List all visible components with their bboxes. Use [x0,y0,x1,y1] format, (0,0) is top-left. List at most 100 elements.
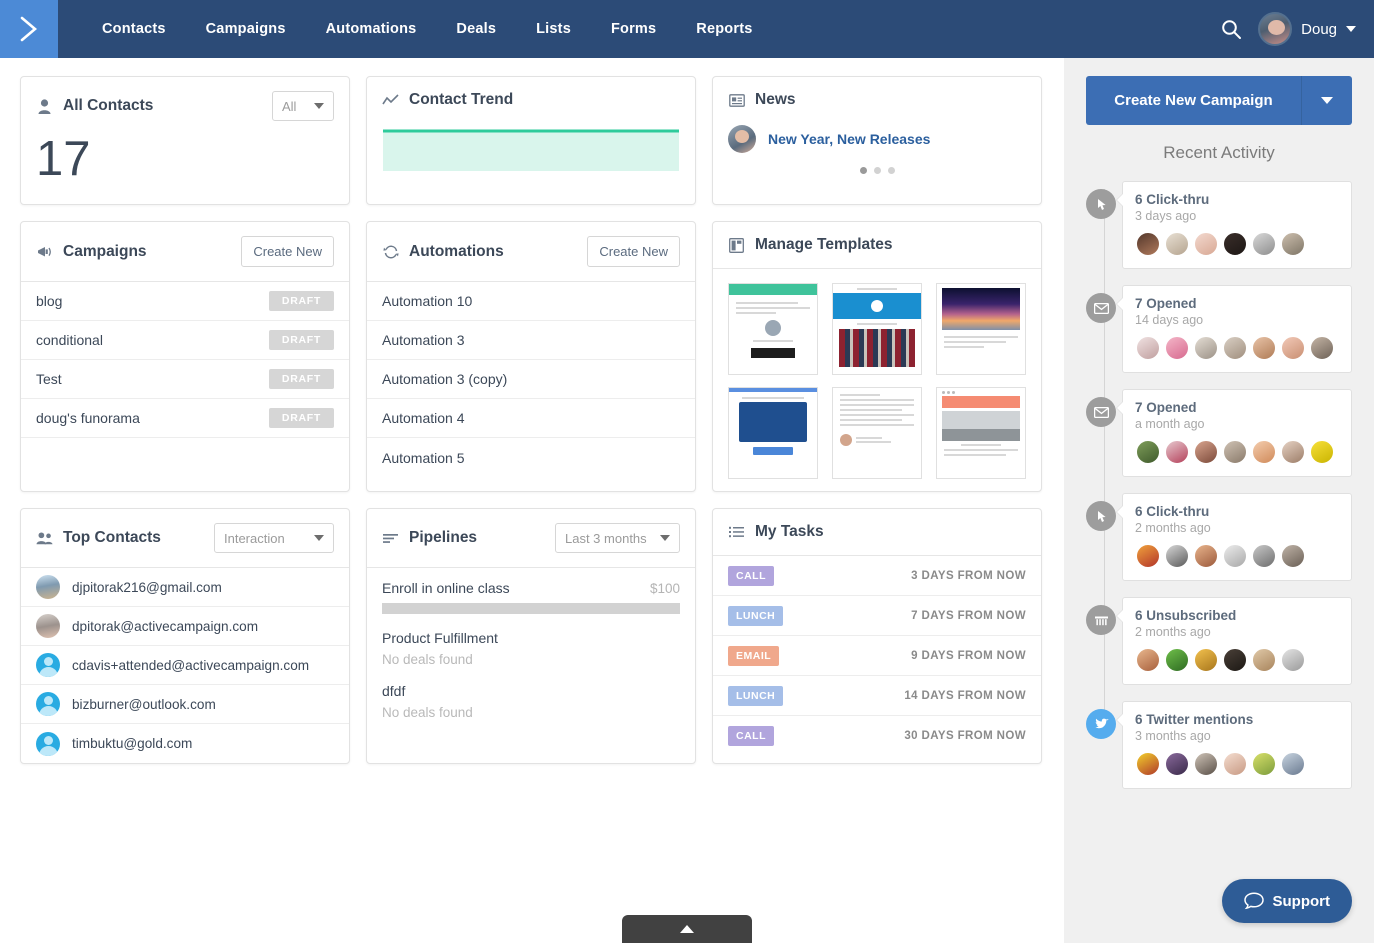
contact-avatar [36,614,60,638]
avatar [1280,439,1306,465]
news-item[interactable]: New Year, New Releases [728,125,1026,153]
nav-item-lists[interactable]: Lists [516,21,591,37]
contact-row[interactable]: timbuktu@gold.com [21,724,349,763]
all-contacts-filter-select[interactable]: All [272,91,334,121]
avatar [1258,12,1292,46]
top-contacts-card: Top Contacts Interaction djpitorak216@gm… [20,508,350,764]
task-type-badge: EMAIL [728,646,779,666]
contact-row[interactable]: dpitorak@activecampaign.com [21,607,349,646]
support-button[interactable]: Support [1222,879,1353,923]
task-row[interactable]: CALL 30 DAYS FROM NOW [713,716,1041,756]
carousel-dot-1[interactable] [860,167,867,174]
automation-row[interactable]: Automation 3 [367,321,695,360]
campaign-row[interactable]: blog DRAFT [21,282,349,321]
nav-item-forms[interactable]: Forms [591,21,676,37]
chevron-up-icon [680,925,694,933]
automation-row[interactable]: Automation 3 (copy) [367,360,695,399]
nav-item-automations[interactable]: Automations [306,21,437,37]
pipeline-item[interactable]: Product Fulfillment No deals found [382,630,680,667]
campaign-name: doug's funorama [36,410,140,426]
top-contacts-filter-select[interactable]: Interaction [214,523,334,553]
task-due: 7 DAYS FROM NOW [911,610,1026,622]
thumb-header-band [729,388,817,392]
contact-trend-title-group: Contact Trend [382,91,513,109]
envelope-icon [1086,397,1116,427]
automations-create-new-button[interactable]: Create New [587,236,680,267]
top-contacts-filter-value: Interaction [224,531,285,546]
news-headline-link[interactable]: New Year, New Releases [768,131,930,147]
create-new-campaign-button[interactable]: Create New Campaign [1086,76,1302,125]
avatar [1222,231,1248,257]
automation-row[interactable]: Automation 10 [367,282,695,321]
person-icon [36,98,53,115]
contact-email: cdavis+attended@activecampaign.com [72,658,309,673]
avatar [1164,647,1190,673]
avatar [1193,231,1219,257]
avatar [1135,751,1161,777]
automation-row[interactable]: Automation 5 [367,438,695,477]
carousel-dot-2[interactable] [874,167,881,174]
activity-title: 7 Opened [1135,296,1339,311]
campaign-row[interactable]: conditional DRAFT [21,321,349,360]
task-row[interactable]: EMAIL 9 DAYS FROM NOW [713,636,1041,676]
top-navbar: Contacts Campaigns Automations Deals Lis… [0,0,1374,58]
template-thumb-mobile-app[interactable] [728,387,818,479]
activity-time: a month ago [1135,417,1339,431]
automation-name: Automation 10 [382,293,472,309]
recent-activity-title: Recent Activity [1086,143,1352,163]
avatar [1135,335,1161,361]
task-row[interactable]: CALL 3 DAYS FROM NOW [713,556,1041,596]
template-thumb-sunset[interactable] [936,283,1026,375]
avatar [1280,231,1306,257]
contact-row[interactable]: djpitorak216@gmail.com [21,568,349,607]
app-logo[interactable] [0,0,58,58]
nav-item-contacts[interactable]: Contacts [82,21,186,37]
nav-item-reports[interactable]: Reports [676,21,772,37]
thumb-line [742,397,804,399]
avatar [1280,751,1306,777]
automation-name: Automation 5 [382,450,465,466]
template-thumb-greenhouse[interactable] [728,283,818,375]
contact-row[interactable]: cdavis+attended@activecampaign.com [21,646,349,685]
campaign-row[interactable]: doug's funorama DRAFT [21,399,349,438]
task-type-badge: LUNCH [728,686,783,706]
task-row[interactable]: LUNCH 14 DAYS FROM NOW [713,676,1041,716]
activity-title: 6 Click-thru [1135,504,1339,519]
activity-card[interactable]: 6 Unsubscribed 2 months ago [1122,597,1352,685]
avatar [1164,231,1190,257]
create-campaign-dropdown-button[interactable] [1302,76,1352,125]
activity-card[interactable]: 7 Opened 14 days ago [1122,285,1352,373]
search-button[interactable] [1218,16,1244,42]
pipelines-range-select[interactable]: Last 3 months [555,523,680,553]
template-thumb-blue-header[interactable] [832,283,922,375]
user-menu[interactable]: Doug [1258,12,1356,46]
activity-time: 2 months ago [1135,521,1339,535]
activity-card[interactable]: 6 Twitter mentions 3 months ago [1122,701,1352,789]
pipeline-item[interactable]: Enroll in online class $100 [382,580,680,614]
contact-row[interactable]: bizburner@outlook.com [21,685,349,724]
nav-item-deals[interactable]: Deals [436,21,516,37]
avatar [1135,543,1161,569]
avatar [1222,647,1248,673]
campaign-row[interactable]: Test DRAFT [21,360,349,399]
nav-item-campaigns[interactable]: Campaigns [186,21,306,37]
contact-avatar [36,732,60,756]
template-thumb-product-promo[interactable] [936,387,1026,479]
thumb-line [944,346,984,348]
my-tasks-card: My Tasks CALL 3 DAYS FROM NOW LUNCH 7 DA… [712,508,1042,764]
chevron-down-icon [314,103,324,109]
automation-row[interactable]: Automation 4 [367,399,695,438]
campaigns-create-new-button[interactable]: Create New [241,236,334,267]
template-thumb-plain-text[interactable] [832,387,922,479]
pipelines-list: Enroll in online class $100 Product Fulf… [367,568,695,738]
carousel-dot-3[interactable] [888,167,895,174]
activity-card[interactable]: 7 Opened a month ago [1122,389,1352,477]
task-row[interactable]: LUNCH 7 DAYS FROM NOW [713,596,1041,636]
thumb-line [944,336,1018,338]
collapse-bar-toggle[interactable] [622,915,752,943]
activity-card[interactable]: 6 Click-thru 2 months ago [1122,493,1352,581]
all-contacts-title-group: All Contacts [36,97,153,115]
pipeline-item[interactable]: dfdf No deals found [382,683,680,720]
news-header: News [713,77,1041,123]
activity-card[interactable]: 6 Click-thru 3 days ago [1122,181,1352,269]
